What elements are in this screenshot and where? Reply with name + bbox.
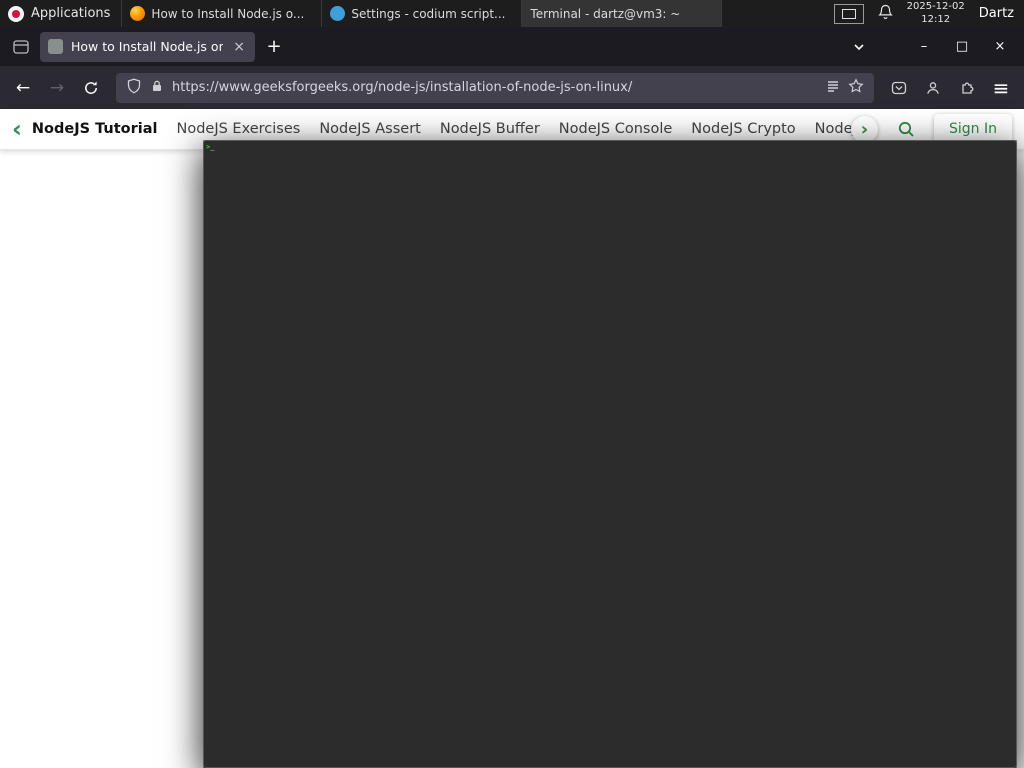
search-button[interactable]	[892, 115, 920, 143]
nav-item[interactable]: NodeJS Exercises	[176, 121, 300, 137]
window-minimize-button[interactable]: –	[908, 34, 940, 60]
desktop: Applications How to Install Node.js o...…	[0, 0, 1024, 768]
reload-button[interactable]	[76, 73, 106, 103]
forward-button[interactable]: →	[42, 73, 72, 103]
task-list: How to Install Node.js o... Settings - co…	[122, 0, 1017, 768]
hamburger-menu-icon[interactable]: ≡	[986, 73, 1016, 103]
nav-item[interactable]: NodeJS Assert	[319, 121, 421, 137]
firefox-view-icon[interactable]	[8, 34, 34, 60]
codium-icon	[330, 6, 346, 21]
extensions-puzzle-icon[interactable]	[952, 73, 982, 103]
taskbar-button-label: Settings - codium script...	[351, 6, 506, 21]
back-button[interactable]: ←	[8, 73, 38, 103]
terminal-icon	[203, 140, 1017, 768]
clock[interactable]: 2025-12-02 12:12	[907, 1, 965, 26]
tab-favicon-icon	[48, 39, 63, 54]
navigation-toolbar: ← → https://www.geeksforgeeks.org/node-j…	[0, 66, 1024, 109]
nav-item[interactable]: NodeJS Console	[559, 121, 673, 137]
notifications-bell-icon[interactable]	[877, 4, 893, 24]
nav-scroll-right-chevron-icon[interactable]: ›	[851, 115, 878, 143]
tab-bar: How to Install Node.js on × + – □ ×	[0, 27, 1024, 66]
search-icon	[898, 121, 914, 137]
taskbar-button-label: How to Install Node.js o...	[151, 6, 305, 21]
pocket-save-icon[interactable]	[884, 73, 914, 103]
firefox-icon	[130, 6, 146, 21]
url-bar[interactable]: https://www.geeksforgeeks.org/node-js/in…	[116, 72, 874, 103]
taskbar-button-label: Terminal - dartz@vm3: ~	[530, 6, 681, 21]
user-menu[interactable]: Dartz	[979, 6, 1014, 21]
nav-item[interactable]: NodeJS Crypto	[691, 121, 795, 137]
taskbar-button-terminal[interactable]: Terminal - dartz@vm3: ~	[203, 0, 1017, 768]
tab-title: How to Install Node.js on	[71, 39, 224, 54]
panel-indicators: 2025-12-02 12:12 Dartz	[833, 0, 1024, 27]
taskbar: Applications How to Install Node.js o...…	[0, 0, 1024, 768]
browser-tab[interactable]: How to Install Node.js on ×	[40, 31, 255, 62]
reader-mode-icon[interactable]	[826, 78, 840, 97]
distro-logo-icon	[8, 5, 24, 22]
bookmark-star-icon[interactable]	[848, 77, 864, 98]
monitor-icon	[841, 8, 856, 19]
window-maximize-button[interactable]: □	[946, 34, 978, 60]
nav-scroll-left-chevron-icon[interactable]: ‹	[12, 117, 22, 141]
tab-close-icon[interactable]: ×	[231, 39, 247, 55]
applications-menu-button[interactable]: Applications	[0, 0, 123, 27]
clock-date: 2025-12-02	[906, 1, 965, 12]
account-icon[interactable]	[918, 73, 948, 103]
taskbar-button-codium[interactable]: Settings - codium script...	[322, 0, 523, 27]
new-tab-button[interactable]: +	[261, 36, 287, 57]
taskbar-button-firefox[interactable]: How to Install Node.js o...	[122, 0, 323, 27]
nav-item[interactable]: NodeJS Buffer	[440, 121, 540, 137]
tray-window-icon[interactable]	[833, 3, 864, 24]
lock-icon[interactable]	[150, 78, 164, 97]
applications-label: Applications	[31, 6, 111, 21]
nav-item[interactable]: NodeJS Tutorial	[32, 121, 158, 137]
window-close-button[interactable]: ×	[984, 34, 1016, 60]
clock-time: 12:12	[921, 13, 951, 25]
list-all-tabs-chevron-icon[interactable]	[844, 34, 874, 60]
shield-icon[interactable]	[126, 78, 142, 98]
url-text[interactable]: https://www.geeksforgeeks.org/node-js/in…	[172, 80, 818, 95]
gfg-nav-list: NodeJS Tutorial NodeJS Exercises NodeJS As…	[32, 121, 867, 137]
